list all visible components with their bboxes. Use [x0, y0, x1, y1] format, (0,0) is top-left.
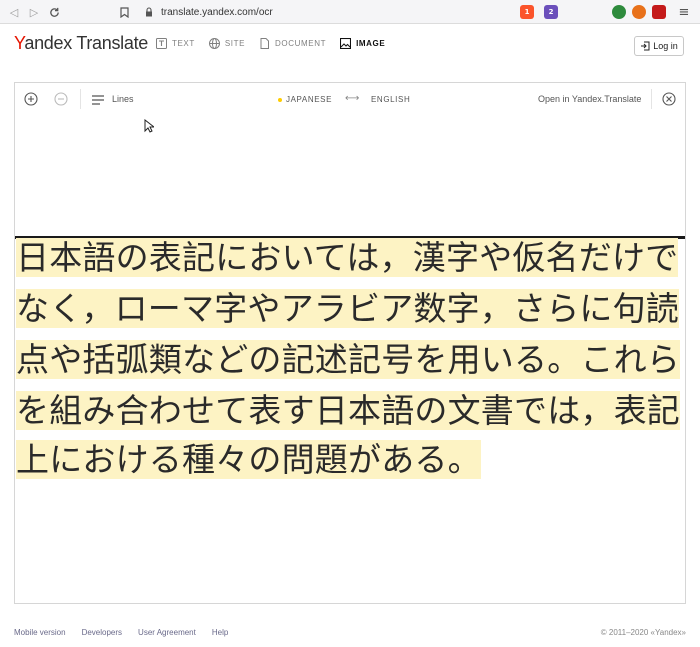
login-label: Log in [653, 41, 678, 51]
source-language-dot [278, 97, 282, 102]
url-text: translate.yandex.com/ocr [161, 6, 273, 18]
tab-site-label: SITE [224, 39, 246, 48]
ocr-toolbar: Lines JAPANESE ⟷ ENGLISH Open in Yandex.… [15, 83, 685, 115]
target-language[interactable]: ENGLISH [371, 95, 410, 104]
menu-icon[interactable]: ≡ [676, 4, 692, 20]
text-icon [156, 38, 167, 49]
footer-link-agreement[interactable]: User Agreement [138, 628, 196, 637]
open-in-translate-link[interactable]: Open in Yandex.Translate [538, 94, 641, 104]
logo-product: Translate [76, 33, 148, 53]
recognized-line-3[interactable]: 点や括弧類などの記述記号を用いる。これら [16, 340, 680, 379]
tab-image-label: IMAGE [356, 39, 386, 48]
footer-link-help[interactable]: Help [212, 628, 228, 637]
brave-shield-icon[interactable]: 1 [520, 5, 534, 19]
recognized-line-text: なく，ローマ字やアラビア数字，さらに句読 [16, 289, 680, 328]
close-icon[interactable] [662, 92, 676, 106]
footer-link-mobile[interactable]: Mobile version [14, 628, 66, 637]
recognized-line-text: 点や括弧類などの記述記号を用いる。これら [16, 340, 680, 379]
document-icon [259, 38, 270, 49]
recognized-line-text: 上における種々の問題がある。 [16, 440, 481, 479]
lines-mode-label[interactable]: Lines [112, 94, 134, 104]
logo-brand: andex [24, 33, 72, 53]
copyright: © 2011–2020 «Yandex» [600, 628, 686, 637]
recognized-line-5[interactable]: 上における種々の問題がある。 [16, 440, 481, 479]
recognized-line-4[interactable]: を組み合わせて表す日本語の文書では，表記 [16, 391, 680, 430]
lock-icon [145, 7, 153, 17]
recognized-line-2[interactable]: なく，ローマ字やアラビア数字，さらに句読 [16, 289, 680, 328]
bookmark-icon[interactable] [120, 6, 129, 18]
image-icon [340, 38, 352, 49]
toolbar-divider [80, 89, 81, 109]
source-language-label: JAPANESE [286, 95, 332, 104]
recognized-line-text: を組み合わせて表す日本語の文書では，表記 [16, 391, 680, 430]
login-button[interactable]: Log in [634, 36, 684, 56]
address-bar[interactable]: translate.yandex.com/ocr [120, 3, 560, 21]
ocr-image: 日本語の表記においては，漢字や仮名だけで なく，ローマ字やアラビア数字，さらに句… [15, 236, 685, 486]
source-language[interactable]: JAPANESE [278, 95, 332, 104]
login-icon [641, 41, 650, 51]
forward-icon[interactable]: ▷ [26, 4, 42, 20]
shield-badge: 1 [524, 8, 530, 16]
tab-text[interactable]: TEXT [156, 38, 195, 49]
footer-links: Mobile version Developers User Agreement… [14, 628, 244, 637]
toolbar-divider-right [651, 89, 652, 109]
zoom-out-icon[interactable] [54, 92, 68, 106]
swap-languages-icon[interactable]: ⟷ [345, 93, 359, 104]
alert-badge: 2 [548, 8, 554, 16]
service-tabs: TEXT SITE DOCUMENT IMAGE [156, 38, 399, 49]
lines-icon[interactable] [91, 93, 105, 107]
footer-link-developers[interactable]: Developers [82, 628, 122, 637]
tab-site[interactable]: SITE [208, 38, 246, 49]
extension-orange-icon[interactable] [632, 5, 646, 19]
ocr-panel: Lines JAPANESE ⟷ ENGLISH Open in Yandex.… [14, 82, 686, 604]
extension-green-icon[interactable] [612, 5, 626, 19]
tab-text-label: TEXT [172, 39, 195, 48]
recognized-line-text: 日本語の表記においては，漢字や仮名だけで [16, 238, 679, 277]
reload-icon[interactable] [46, 4, 62, 20]
tab-image[interactable]: IMAGE [340, 38, 385, 49]
logo-letter: Y [14, 33, 25, 53]
mouse-cursor-icon [144, 119, 154, 133]
browser-toolbar: ◁ ▷ translate.yandex.com/ocr 1 2 ≡ [0, 0, 700, 24]
back-icon[interactable]: ◁ [6, 4, 22, 20]
tab-document-label: DOCUMENT [275, 39, 327, 48]
tab-document[interactable]: DOCUMENT [259, 38, 326, 49]
yandex-logo[interactable]: Yandex Translate [14, 33, 148, 54]
rewards-icon[interactable]: 2 [544, 5, 558, 19]
recognized-line-1[interactable]: 日本語の表記においては，漢字や仮名だけで [16, 238, 679, 277]
pdf-extension-icon[interactable] [652, 5, 666, 19]
globe-icon [208, 38, 220, 49]
zoom-in-icon[interactable] [24, 92, 38, 106]
